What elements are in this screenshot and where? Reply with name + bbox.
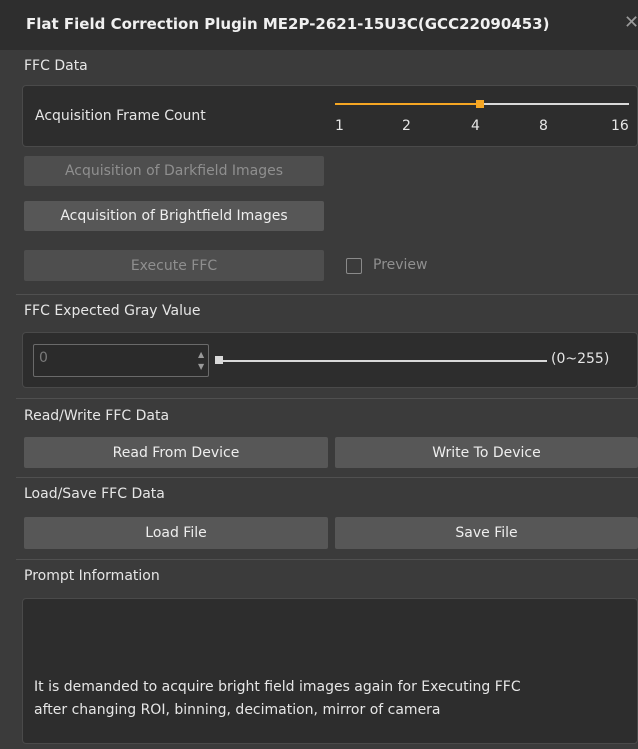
frame-count-slider[interactable]	[333, 94, 633, 118]
close-icon[interactable]: ✕	[624, 12, 638, 33]
frame-count-tick: 2	[402, 118, 411, 134]
preview-checkbox[interactable]	[346, 258, 362, 274]
execute-ffc-button[interactable]: Execute FFC	[24, 250, 324, 281]
divider	[16, 398, 638, 399]
prompt-line-1: It is demanded to acquire bright field i…	[34, 679, 521, 695]
ffc-plugin-window: Flat Field Correction Plugin ME2P-2621-1…	[0, 0, 638, 749]
frame-count-label: Acquisition Frame Count	[35, 108, 206, 124]
load-save-section-label: Load/Save FFC Data	[24, 486, 165, 502]
divider	[16, 294, 638, 295]
spin-down-icon[interactable]: ▼	[198, 363, 204, 371]
divider	[16, 477, 638, 478]
preview-label: Preview	[373, 257, 428, 273]
frame-count-tick: 1	[335, 118, 344, 134]
prompt-panel	[22, 598, 638, 744]
expected-gray-range: (0~255)	[551, 351, 610, 367]
prompt-message: It is demanded to acquire bright field i…	[34, 676, 624, 722]
save-file-button[interactable]: Save File	[335, 517, 638, 549]
read-write-section-label: Read/Write FFC Data	[24, 408, 170, 424]
expected-gray-panel: 0 ▲ ▼ (0~255)	[22, 332, 638, 388]
title-bar: Flat Field Correction Plugin ME2P-2621-1…	[0, 0, 638, 50]
frame-count-tick: 8	[539, 118, 548, 134]
expected-gray-slider-track	[223, 360, 547, 362]
frame-count-tick: 4	[471, 118, 480, 134]
expected-gray-slider-handle[interactable]	[215, 356, 223, 364]
spin-up-icon[interactable]: ▲	[198, 351, 204, 359]
brightfield-acquisition-button[interactable]: Acquisition of Brightfield Images	[24, 201, 324, 231]
divider	[16, 559, 638, 560]
frame-count-slider-track	[481, 103, 629, 105]
read-from-device-button[interactable]: Read From Device	[24, 437, 328, 468]
prompt-section-label: Prompt Information	[24, 568, 160, 584]
frame-count-slider-handle[interactable]	[476, 100, 484, 108]
prompt-line-2: after changing ROI, binning, decimation,…	[34, 702, 441, 718]
frame-count-panel: Acquisition Frame Count 1 2 4 8 16	[22, 85, 638, 147]
expected-gray-spinbox[interactable]: 0 ▲ ▼	[33, 344, 209, 377]
frame-count-tick: 16	[611, 118, 629, 134]
frame-count-slider-fill	[335, 103, 481, 105]
expected-gray-section-label: FFC Expected Gray Value	[24, 303, 201, 319]
ffc-data-section-label: FFC Data	[24, 58, 88, 74]
window-title: Flat Field Correction Plugin ME2P-2621-1…	[26, 15, 550, 33]
expected-gray-value: 0	[39, 350, 48, 366]
load-file-button[interactable]: Load File	[24, 517, 328, 549]
expected-gray-slider[interactable]	[215, 351, 547, 371]
write-to-device-button[interactable]: Write To Device	[335, 437, 638, 468]
darkfield-acquisition-button[interactable]: Acquisition of Darkfield Images	[24, 156, 324, 186]
